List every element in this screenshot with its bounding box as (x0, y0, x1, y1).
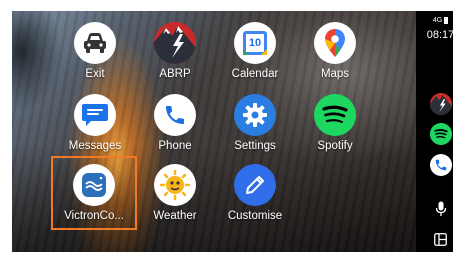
app-label: Maps (320, 68, 350, 80)
car-icon (74, 22, 116, 64)
spotify-icon (314, 94, 356, 136)
clock: 08:17 (426, 29, 453, 41)
app-abrp[interactable]: ABRP (135, 22, 215, 84)
app-label: Spotify (317, 140, 353, 152)
app-label: ABRP (159, 68, 191, 80)
android-auto-screen: Exit ABRP 10 Calendar Maps Messages Phon… (12, 11, 453, 252)
rail-spotify[interactable] (428, 121, 453, 147)
abrp-icon (154, 22, 196, 64)
messages-icon (74, 94, 116, 136)
app-victronconnect[interactable]: VictronCo... (51, 156, 137, 230)
signal-label: 4G (432, 16, 443, 24)
app-messages[interactable]: Messages (55, 94, 135, 156)
battery-icon (444, 16, 449, 24)
pencil-icon (234, 164, 276, 206)
calendar-day: 10 (248, 37, 262, 49)
status-mini: 4G (432, 16, 449, 24)
app-label: Customise (227, 210, 283, 222)
app-phone[interactable]: Phone (135, 94, 215, 156)
app-calendar[interactable]: 10 Calendar (215, 22, 295, 84)
side-rail: 4G 08:17 (426, 11, 453, 252)
rail-dashboard[interactable] (428, 231, 453, 247)
app-label: Calendar (231, 68, 279, 80)
app-maps[interactable]: Maps (295, 22, 375, 84)
app-label: Phone (158, 140, 192, 152)
app-spotify[interactable]: Spotify (295, 94, 375, 156)
phone-icon (429, 154, 452, 176)
app-label: Messages (68, 140, 122, 152)
app-label: Exit (85, 68, 105, 80)
weather-icon (154, 164, 196, 206)
phone-icon (154, 94, 196, 136)
rail-voice[interactable] (428, 200, 453, 218)
calendar-icon: 10 (234, 22, 276, 64)
app-exit[interactable]: Exit (55, 22, 135, 84)
app-label: VictronCo... (64, 210, 124, 222)
rail-abrp[interactable] (428, 91, 453, 117)
app-customise[interactable]: Customise (215, 164, 295, 226)
microphone-icon (435, 201, 446, 216)
app-settings[interactable]: Settings (215, 94, 295, 156)
app-label: Settings (234, 140, 276, 152)
status-indicators: 4G (428, 15, 453, 25)
spotify-icon (429, 123, 452, 145)
app-label: Weather (153, 210, 197, 222)
abrp-icon (429, 93, 452, 115)
dashboard-icon (434, 232, 447, 246)
rail-phone[interactable] (428, 152, 453, 178)
victron-icon (73, 164, 115, 206)
gear-icon (234, 94, 276, 136)
clock-container: 08:17 (426, 28, 453, 42)
maps-pin-icon (314, 22, 356, 64)
app-weather[interactable]: Weather (135, 164, 215, 226)
